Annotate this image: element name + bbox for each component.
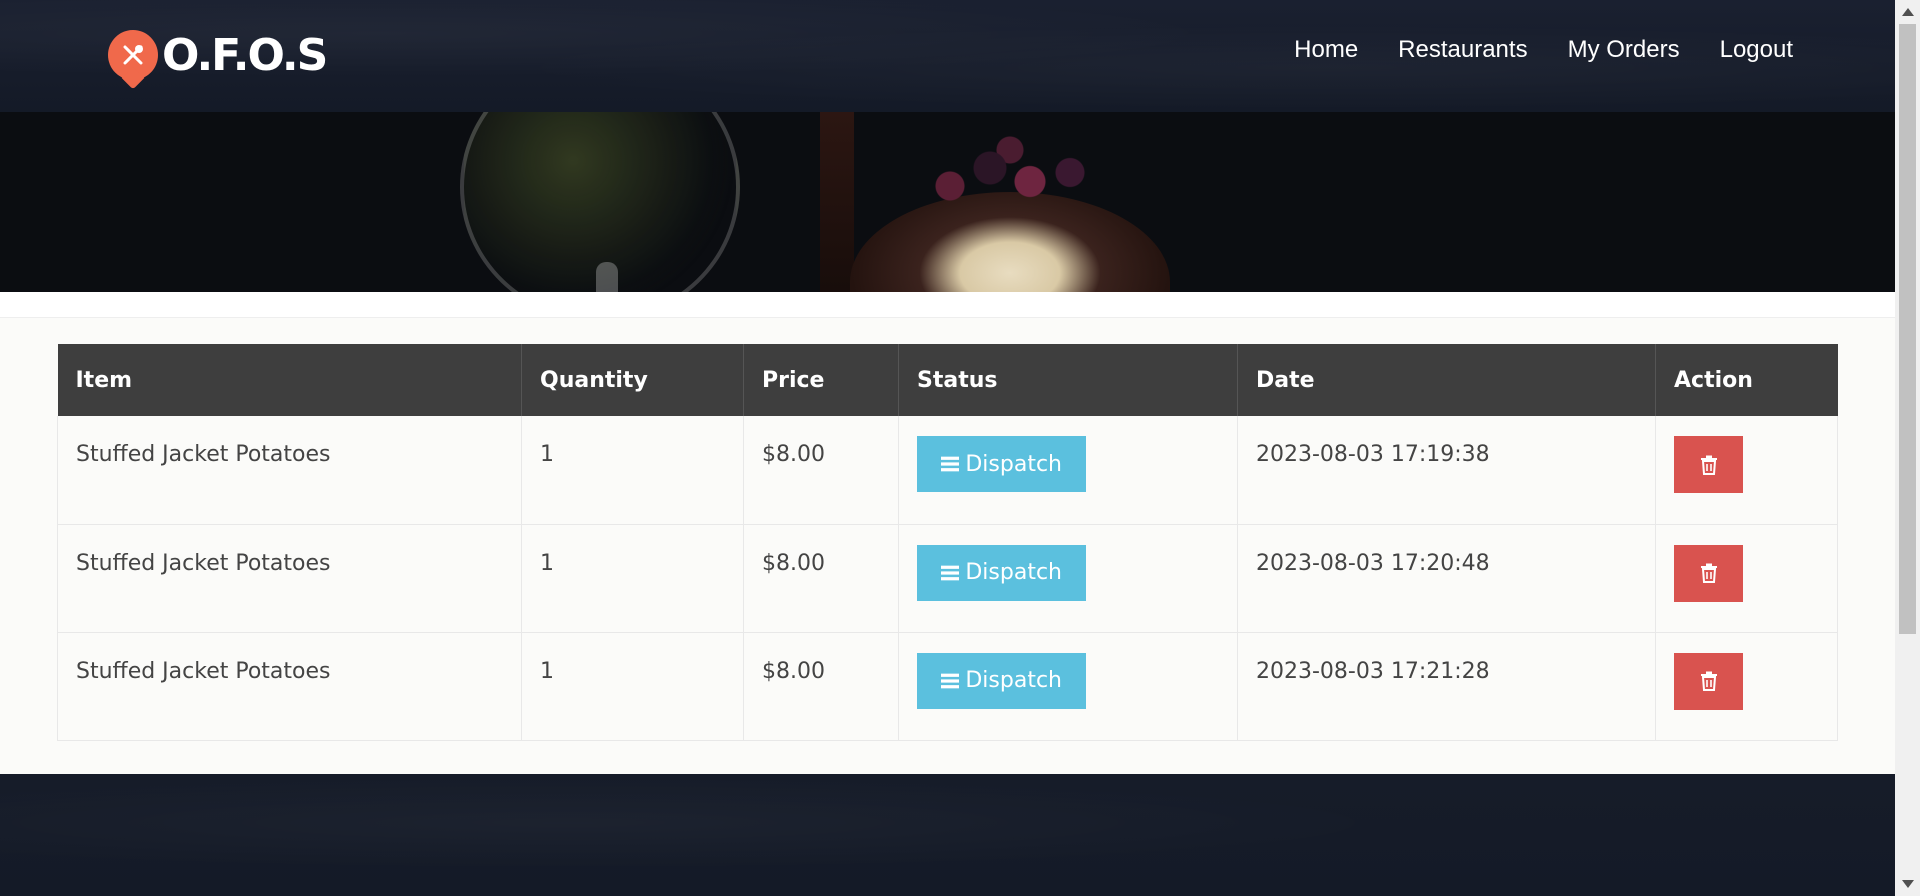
table-row: Stuffed Jacket Potatoes 1 $8.00 Dispatch…: [57, 632, 1838, 741]
fork-knife-pin-icon: [108, 30, 158, 80]
table-row: Stuffed Jacket Potatoes 1 $8.00 Dispatch…: [57, 524, 1838, 633]
nav-my-orders[interactable]: My Orders: [1568, 36, 1680, 64]
trash-icon: [1700, 455, 1717, 475]
cell-date: 2023-08-03 17:20:48: [1237, 524, 1656, 633]
banner-glass-stem: [596, 262, 618, 292]
cell-action: [1655, 632, 1838, 741]
dispatch-label: Dispatch: [965, 560, 1062, 585]
bars-icon: [941, 456, 960, 472]
nav-logout[interactable]: Logout: [1720, 36, 1793, 64]
table-header-row: Item Quantity Price Status Date Action: [57, 344, 1838, 416]
cell-price: $8.00: [743, 632, 899, 741]
column-header-price: Price: [743, 344, 899, 416]
cell-status: Dispatch: [898, 416, 1238, 525]
dispatch-button[interactable]: Dispatch: [917, 436, 1086, 492]
cell-quantity: 1: [521, 524, 744, 633]
cell-price: $8.00: [743, 524, 899, 633]
cell-item: Stuffed Jacket Potatoes: [57, 416, 522, 525]
site-footer: [0, 774, 1895, 896]
dispatch-label: Dispatch: [965, 668, 1062, 693]
cell-action: [1655, 416, 1838, 525]
scroll-thumb[interactable]: [1899, 24, 1916, 634]
dispatch-button[interactable]: Dispatch: [917, 544, 1086, 601]
bars-icon: [941, 673, 960, 688]
hero-banner: [0, 112, 1895, 292]
cell-quantity: 1: [521, 632, 744, 741]
column-header-action: Action: [1655, 344, 1838, 416]
trash-icon: [1700, 563, 1717, 583]
cell-action: [1655, 524, 1838, 633]
banner-candle: [820, 112, 854, 292]
column-header-quantity: Quantity: [521, 344, 744, 416]
delete-button[interactable]: [1674, 652, 1743, 710]
delete-button[interactable]: [1674, 436, 1743, 493]
cell-date: 2023-08-03 17:21:28: [1237, 632, 1656, 741]
scroll-up-arrow-icon[interactable]: [1902, 8, 1914, 16]
column-header-status: Status: [898, 344, 1238, 416]
trash-icon: [1700, 671, 1717, 691]
logo-text: O.F.O.S: [162, 29, 328, 81]
cell-status: Dispatch: [898, 524, 1238, 633]
cell-item: Stuffed Jacket Potatoes: [57, 524, 522, 633]
cell-price: $8.00: [743, 416, 899, 525]
column-header-item: Item: [57, 344, 522, 416]
site-header: O.F.O.S Home Restaurants My Orders Logou…: [0, 0, 1895, 112]
page-scrollbar[interactable]: [1895, 0, 1920, 896]
dispatch-label: Dispatch: [965, 451, 1062, 477]
cell-item: Stuffed Jacket Potatoes: [57, 632, 522, 741]
scroll-down-arrow-icon[interactable]: [1902, 880, 1914, 888]
banner-berries: [910, 132, 1110, 222]
delete-button[interactable]: [1674, 544, 1743, 602]
dispatch-button[interactable]: Dispatch: [917, 652, 1086, 709]
main-content: Item Quantity Price Status Date Action S…: [0, 292, 1895, 774]
bars-icon: [941, 565, 960, 580]
nav-home[interactable]: Home: [1294, 36, 1358, 64]
site-logo[interactable]: O.F.O.S: [108, 28, 328, 82]
cell-status: Dispatch: [898, 632, 1238, 741]
cell-quantity: 1: [521, 416, 744, 525]
column-header-date: Date: [1237, 344, 1656, 416]
table-row: Stuffed Jacket Potatoes 1 $8.00 Dispatch…: [57, 416, 1838, 525]
orders-section: Item Quantity Price Status Date Action S…: [0, 317, 1895, 774]
nav-restaurants[interactable]: Restaurants: [1398, 36, 1527, 64]
orders-table: Item Quantity Price Status Date Action S…: [57, 344, 1838, 741]
cell-date: 2023-08-03 17:19:38: [1237, 416, 1656, 525]
main-nav: Home Restaurants My Orders Logout: [1294, 36, 1793, 64]
